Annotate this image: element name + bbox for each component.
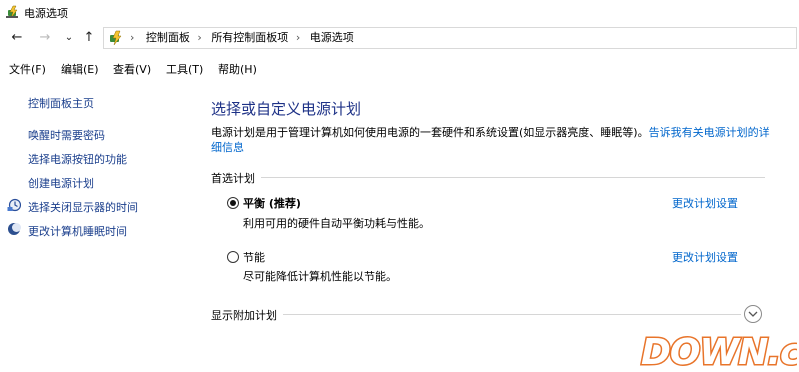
breadcrumb: › 控制面板 › 所有控制面板项 › 电源选项 — [130, 28, 354, 48]
sidebar-item-require-password[interactable]: 唤醒时需要密码 — [28, 127, 105, 143]
balanced-plan-name[interactable]: 平衡 (推荐) — [243, 195, 301, 211]
up-button[interactable]: ↑ — [80, 28, 98, 48]
down-cc-watermark-logo: DOWN.cc — [640, 331, 798, 371]
balanced-plan-radio[interactable] — [227, 197, 239, 209]
navigation-bar: ← → ⌄ ↑ › 控制面板 › 所有控制面板项 › 电源选项 — [0, 26, 799, 50]
breadcrumb-separator[interactable]: › — [296, 31, 300, 44]
recent-locations-button[interactable]: ⌄ — [60, 28, 78, 48]
power-saver-plan-name[interactable]: 节能 — [243, 249, 265, 265]
breadcrumb-item-power-options[interactable]: 电源选项 — [310, 31, 354, 44]
additional-plans-group: 显示附加计划 — [211, 307, 741, 323]
title-bar: 电源选项 — [0, 0, 799, 24]
chevron-down-icon — [748, 311, 758, 317]
preferred-plans-group: 首选计划 — [211, 170, 765, 186]
power-saver-plan-description: 尽可能降低计算机性能以节能。 — [243, 270, 397, 283]
address-bar[interactable]: › 控制面板 › 所有控制面板项 › 电源选项 — [103, 27, 797, 49]
divider — [211, 177, 765, 178]
power-saver-plan-radio[interactable] — [227, 251, 239, 263]
menu-edit[interactable]: 编辑(E) — [61, 61, 99, 77]
page-description: 电源计划是用于管理计算机如何使用电源的一套硬件和系统设置(如显示器亮度、睡眠等)… — [211, 125, 771, 155]
breadcrumb-separator[interactable]: › — [197, 31, 201, 44]
preferred-plans-label: 首选计划 — [211, 170, 261, 186]
menu-file[interactable]: 文件(F) — [9, 61, 46, 77]
back-button[interactable]: ← — [8, 28, 26, 48]
breadcrumb-item-control-panel[interactable]: 控制面板 — [146, 31, 190, 44]
menu-help[interactable]: 帮助(H) — [218, 61, 257, 77]
sidebar-item-power-buttons[interactable]: 选择电源按钮的功能 — [28, 151, 127, 167]
sidebar-item-create-plan[interactable]: 创建电源计划 — [28, 175, 94, 191]
svg-text:DOWN.cc: DOWN.cc — [641, 332, 797, 370]
sidebar-item-sleep-time[interactable]: 更改计算机睡眠时间 — [28, 223, 127, 239]
display-off-icon — [7, 198, 21, 212]
menu-view[interactable]: 查看(V) — [113, 61, 151, 77]
menu-bar: 文件(F) 编辑(E) 查看(V) 工具(T) 帮助(H) — [0, 58, 799, 78]
sidebar-item-control-panel-home[interactable]: 控制面板主页 — [28, 95, 94, 111]
balanced-change-settings-link[interactable]: 更改计划设置 — [672, 195, 738, 211]
control-panel-icon — [110, 30, 122, 46]
forward-button[interactable]: → — [36, 28, 54, 48]
sleep-moon-icon — [8, 223, 21, 235]
breadcrumb-root-chevron[interactable]: › — [130, 31, 134, 44]
breadcrumb-item-all-items[interactable]: 所有控制面板项 — [211, 31, 288, 44]
sidebar-item-display-off-time[interactable]: 选择关闭显示器的时间 — [28, 199, 138, 215]
divider — [211, 314, 741, 315]
power-saver-change-settings-link[interactable]: 更改计划设置 — [672, 249, 738, 265]
window-title: 电源选项 — [24, 7, 68, 20]
expand-additional-plans-button[interactable] — [744, 305, 762, 323]
power-options-icon — [6, 5, 18, 19]
description-text: 电源计划是用于管理计算机如何使用电源的一套硬件和系统设置(如显示器亮度、睡眠等)… — [211, 126, 649, 139]
menu-tools[interactable]: 工具(T) — [166, 61, 203, 77]
radio-selected-dot — [230, 200, 236, 206]
balanced-plan-description: 利用可用的硬件自动平衡功耗与性能。 — [243, 217, 430, 230]
additional-plans-label[interactable]: 显示附加计划 — [211, 307, 283, 323]
page-title: 选择或自定义电源计划 — [211, 100, 362, 118]
